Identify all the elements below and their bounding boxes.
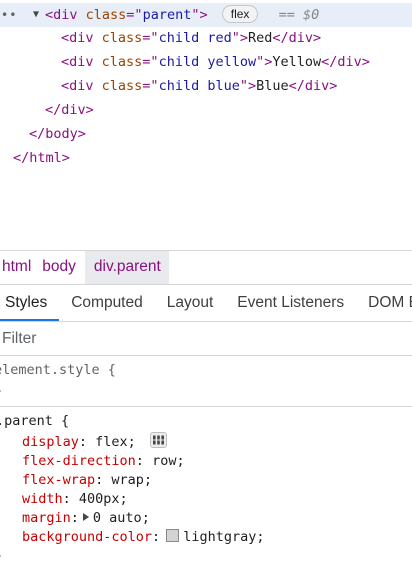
declaration-width[interactable]: width: 400px; [22,490,128,509]
more-options-icon[interactable]: •• [1,3,17,27]
css-property-name[interactable]: flex-direction [22,453,136,469]
expand-caret-icon[interactable]: ▼ [33,3,39,27]
filter-input[interactable] [0,323,400,355]
css-property-value[interactable]: row; [152,453,185,469]
flexbox-editor-icon[interactable] [149,432,167,448]
css-property-value[interactable]: wrap; [111,472,152,488]
attr-name: class [101,54,143,70]
tab-event-listeners[interactable]: Event Listeners [225,285,356,321]
css-property-name[interactable]: flex-wrap [22,472,95,488]
tag-open: <div [61,78,94,94]
dom-node-div-parent[interactable]: •• ▼ <div class="parent"> flex == $0 [0,3,412,27]
css-property-name[interactable]: display [22,434,79,450]
element-style-selector[interactable]: element.style { [0,361,116,380]
dom-node-child-blue[interactable]: <div class="child blue">Blue</div> [61,74,337,98]
declaration-flex-direction[interactable]: flex-direction: row; [22,452,185,471]
parent-rule-selector[interactable]: .parent { [0,412,69,431]
expand-shorthand-icon[interactable] [82,513,89,521]
breadcrumb: html body div.parent [0,250,412,284]
attr-equals: =" [126,7,143,23]
tag-open: <div [61,30,94,46]
css-property-name[interactable]: margin [22,510,71,526]
text-node: Red [247,30,273,46]
tag-close: </div> [272,30,322,46]
tag-close-bracket: "> [191,7,208,23]
attr-name: class [85,7,127,23]
attr-value: child blue [158,78,240,94]
rule-close-brace: } [0,382,2,401]
dom-node-div-close[interactable]: </div> [45,98,94,122]
attr-name: class [101,30,143,46]
rule-close-brace: } [0,547,2,563]
tab-layout[interactable]: Layout [155,285,226,321]
declaration-background-color[interactable]: background-color: lightgray; [22,528,264,547]
text-node: Blue [256,78,289,94]
dom-node-child-red[interactable]: <div class="child red">Red</div> [61,26,321,50]
dom-node-html-close[interactable]: </html> [13,146,70,170]
dom-node-child-yellow[interactable]: <div class="child yellow">Yellow</div> [61,50,370,74]
tag-close: </div> [288,78,338,94]
declaration-flex-wrap[interactable]: flex-wrap: wrap; [22,471,152,490]
breadcrumb-body[interactable]: body [40,251,85,284]
tag-open: <div [45,7,78,23]
tab-styles[interactable]: Styles [0,285,60,321]
flex-badge[interactable]: flex [221,5,259,23]
attr-value: child yellow [158,54,257,70]
attr-value: child red [158,30,232,46]
parent-style-rule: .parent { display: flex; flex-direction:… [0,408,412,563]
css-property-value[interactable]: 400px; [79,491,128,507]
element-style-rule: element.style { } [0,357,412,407]
css-property-name[interactable]: width [22,491,63,507]
attr-name: class [101,78,143,94]
css-property-value[interactable]: lightgray; [183,529,264,545]
css-property-value[interactable]: 0 auto; [93,510,150,526]
tag-close: </div> [321,54,370,70]
css-property-name[interactable]: background-color [22,529,152,545]
styles-filter-bar [0,323,412,356]
color-swatch-icon[interactable] [166,528,180,542]
declaration-margin[interactable]: margin: 0 auto; [22,509,150,528]
dom-node-body-close[interactable]: </body> [29,122,86,146]
tab-computed[interactable]: Computed [59,285,155,321]
text-node: Yellow [272,54,322,70]
sidebar-tab-bar: Styles Computed Layout Event Listeners D… [0,284,412,322]
dollar-zero-indicator: == $0 [278,7,320,23]
tag-open: <div [61,54,94,70]
declaration-display[interactable]: display: flex; [22,432,167,452]
attr-value: parent [142,7,192,23]
css-property-value[interactable]: flex; [95,434,136,450]
tab-dom-breakpoints[interactable]: DOM Breakpoints [356,285,412,321]
breadcrumb-html[interactable]: html [0,251,40,284]
breadcrumb-div-parent[interactable]: div.parent [84,251,169,284]
elements-dom-tree: •• ▼ <div class="parent"> flex == $0 <di… [0,0,412,250]
